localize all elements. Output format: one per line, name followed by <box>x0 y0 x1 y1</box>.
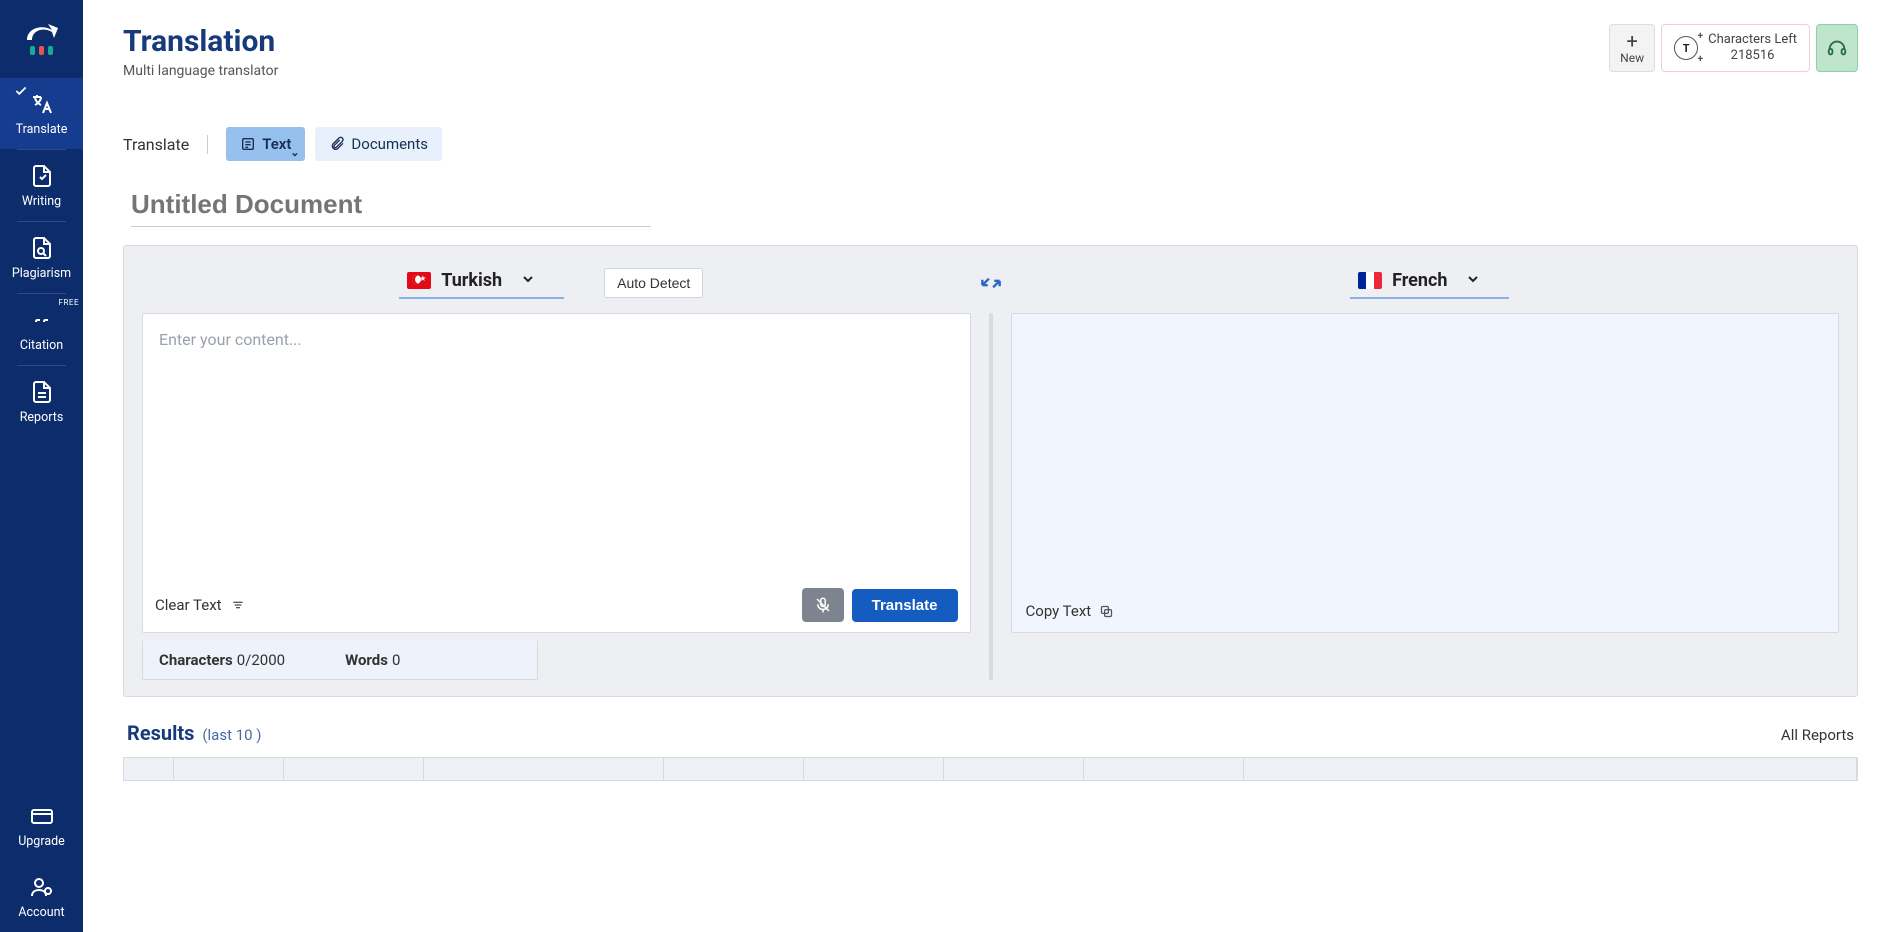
sidebar-label: Account <box>18 905 64 920</box>
chars-value: 0/2000 <box>237 651 285 669</box>
chevron-down-icon <box>1465 271 1481 291</box>
sidebar-item-citation[interactable]: FREE Citation <box>0 294 83 365</box>
sidebar-label: Reports <box>20 410 64 425</box>
sidebar-item-writing[interactable]: Writing <box>0 150 83 221</box>
stats-bar: Characters0/2000 Words0 <box>142 641 538 680</box>
sidebar-item-reports[interactable]: Reports <box>0 366 83 437</box>
tab-text[interactable]: Text ⌄ <box>226 127 305 161</box>
upgrade-icon <box>30 804 54 828</box>
page-subtitle: Multi language translator <box>123 63 278 79</box>
words-label: Words <box>345 651 388 669</box>
source-text-area[interactable]: Enter your content... Clear Text Transla <box>142 313 971 633</box>
chevron-down-icon: ⌄ <box>290 146 299 159</box>
microphone-button[interactable] <box>802 588 844 622</box>
auto-detect-button[interactable]: Auto Detect <box>604 268 703 298</box>
target-language-select[interactable]: French <box>1350 266 1509 299</box>
writing-icon <box>30 164 54 188</box>
source-placeholder: Enter your content... <box>159 330 302 349</box>
token-icon: T <box>1674 36 1698 60</box>
translation-panel: Turkish Auto Detect French <box>123 245 1858 697</box>
words-value: 0 <box>392 651 400 669</box>
tabs-section-label: Translate <box>123 135 208 154</box>
sidebar-label: Plagiarism <box>12 266 71 281</box>
tab-documents[interactable]: Documents <box>315 127 442 161</box>
io-divider[interactable] <box>989 313 993 680</box>
page-header: Translation Multi language translator <box>123 24 278 79</box>
chars-left-label: Characters Left <box>1708 32 1797 48</box>
sidebar-item-upgrade[interactable]: Upgrade <box>0 790 83 861</box>
text-icon <box>240 136 256 152</box>
characters-left-pill[interactable]: T Characters Left 218516 <box>1661 24 1810 72</box>
clear-text-label: Clear Text <box>155 596 222 614</box>
account-icon <box>30 875 54 899</box>
plagiarism-icon <box>30 236 54 260</box>
results-table-header <box>123 757 1858 781</box>
page-title: Translation <box>123 24 278 59</box>
sidebar-label: Writing <box>22 194 61 209</box>
flag-france-icon <box>1358 272 1382 289</box>
new-label: New <box>1620 51 1644 65</box>
source-language-name: Turkish <box>441 270 502 291</box>
chars-label: Characters <box>159 651 233 669</box>
swap-languages-button[interactable] <box>971 270 1011 296</box>
all-reports-link[interactable]: All Reports <box>1781 726 1854 744</box>
app-logo <box>22 18 62 58</box>
sidebar-label: Translate <box>16 122 68 137</box>
chars-left-value: 218516 <box>1731 48 1775 64</box>
sidebar-item-account[interactable]: Account <box>0 861 83 932</box>
sidebar-item-plagiarism[interactable]: Plagiarism <box>0 222 83 293</box>
flag-turkey-icon <box>407 272 431 289</box>
target-language-name: French <box>1392 270 1447 291</box>
results-title: Results <box>127 721 194 745</box>
document-title-input[interactable] <box>131 185 651 227</box>
clear-text-button[interactable]: Clear Text <box>155 596 246 614</box>
chevron-down-icon <box>520 271 536 291</box>
attachment-icon <box>329 136 345 152</box>
copy-icon <box>1099 604 1114 619</box>
tab-text-label: Text <box>262 135 291 153</box>
source-language-select[interactable]: Turkish <box>399 266 564 299</box>
sidebar-label: Citation <box>20 338 63 353</box>
main-content: Translation Multi language translator + … <box>83 0 1898 932</box>
free-badge: FREE <box>59 298 79 307</box>
mic-off-icon <box>814 596 832 614</box>
sidebar-item-translate[interactable]: Translate <box>0 78 83 149</box>
copy-text-button[interactable]: Copy Text <box>1026 602 1115 620</box>
reports-icon <box>30 380 54 404</box>
translate-icon <box>30 92 54 116</box>
copy-text-label: Copy Text <box>1026 602 1092 620</box>
citation-icon <box>30 308 54 332</box>
translate-button[interactable]: Translate <box>852 589 958 622</box>
plus-icon: + <box>1626 31 1637 51</box>
tab-documents-label: Documents <box>351 135 428 153</box>
clear-icon <box>230 597 246 613</box>
support-button[interactable] <box>1816 24 1858 72</box>
check-icon <box>14 84 28 102</box>
sidebar: Translate Writing Plagiarism FREE Citati… <box>0 0 83 932</box>
sidebar-label: Upgrade <box>18 834 65 849</box>
results-subtitle: (last 10 ) <box>202 726 261 744</box>
new-button[interactable]: + New <box>1609 24 1655 72</box>
target-text-area: Copy Text <box>1011 313 1840 633</box>
